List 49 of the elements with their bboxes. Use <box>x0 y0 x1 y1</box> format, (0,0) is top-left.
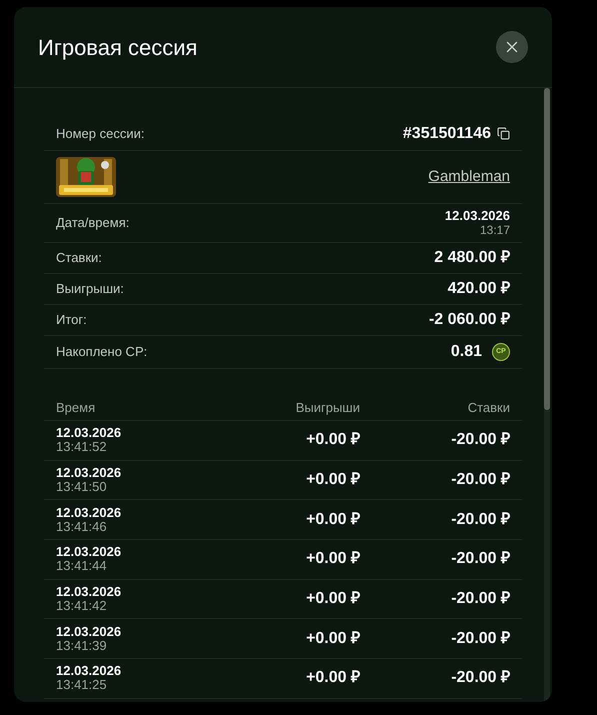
bet-amount: -20.00 ₽ <box>450 430 510 450</box>
win-amount: +0.00 ₽ <box>305 589 360 610</box>
scrollbar[interactable] <box>544 88 550 702</box>
row-time: 13:41:42 <box>56 599 108 614</box>
bet-amount: -20.00 ₽ <box>450 589 510 610</box>
row-time: 13:41:46 <box>56 520 108 534</box>
close-button[interactable] <box>496 31 528 63</box>
detail-value: -2 060.00 ₽ <box>428 310 510 330</box>
row-date: 12.03.2026 <box>56 426 122 440</box>
row-time: 13:41:44 <box>56 559 108 574</box>
row-time: 13:41:52 <box>56 440 108 454</box>
row-date: 12.03.2026 <box>56 545 122 560</box>
win-amount: +0.00 ₽ <box>305 470 360 490</box>
row-date: 12.03.2026 <box>56 664 122 678</box>
game-link[interactable]: Gambleman <box>428 166 510 188</box>
column-header: Выигрыши <box>294 398 360 417</box>
session-number: #351501146 <box>402 124 491 144</box>
bet-amount: -20.00 ₽ <box>450 549 510 570</box>
detail-value: 420.00 ₽ <box>448 279 510 299</box>
row-date: 12.03.2026 <box>56 506 122 520</box>
row-time: 13:41:50 <box>56 480 108 494</box>
detail-label: Ставки: <box>56 249 102 268</box>
row-time: 13:41:39 <box>56 638 108 653</box>
detail-label: Номер сессии: <box>56 124 144 143</box>
copy-icon[interactable] <box>497 127 510 140</box>
bet-amount: -20.00 ₽ <box>450 668 510 688</box>
detail-value: 0.81 <box>450 342 482 362</box>
column-header: Ставки <box>466 398 510 417</box>
column-header: Время <box>56 398 96 417</box>
bet-amount: -20.00 ₽ <box>450 628 510 649</box>
row-date: 12.03.2026 <box>56 624 122 639</box>
row-date: 12.03.2026 <box>56 466 122 480</box>
win-amount: +0.00 ₽ <box>305 510 360 530</box>
win-amount: +0.00 ₽ <box>305 549 360 570</box>
detail-label: Накоплено CP: <box>56 343 148 362</box>
row-time: 13:41:25 <box>56 678 108 692</box>
detail-date: 12.03.2026 <box>444 209 510 223</box>
win-amount: +0.00 ₽ <box>305 668 360 688</box>
detail-label: Дата/время: <box>56 214 130 232</box>
win-amount: +0.00 ₽ <box>305 628 360 649</box>
win-amount: +0.00 ₽ <box>305 430 360 450</box>
dialog-title: Игровая сессия <box>38 34 198 62</box>
bet-amount: -20.00 ₽ <box>450 470 510 490</box>
detail-label: Итог: <box>56 311 87 330</box>
detail-value: 2 480.00 ₽ <box>434 248 510 268</box>
bet-amount: -20.00 ₽ <box>450 510 510 530</box>
row-date: 12.03.2026 <box>56 585 122 600</box>
detail-time: 13:17 <box>480 223 510 237</box>
detail-label: Выигрыши: <box>56 280 124 298</box>
